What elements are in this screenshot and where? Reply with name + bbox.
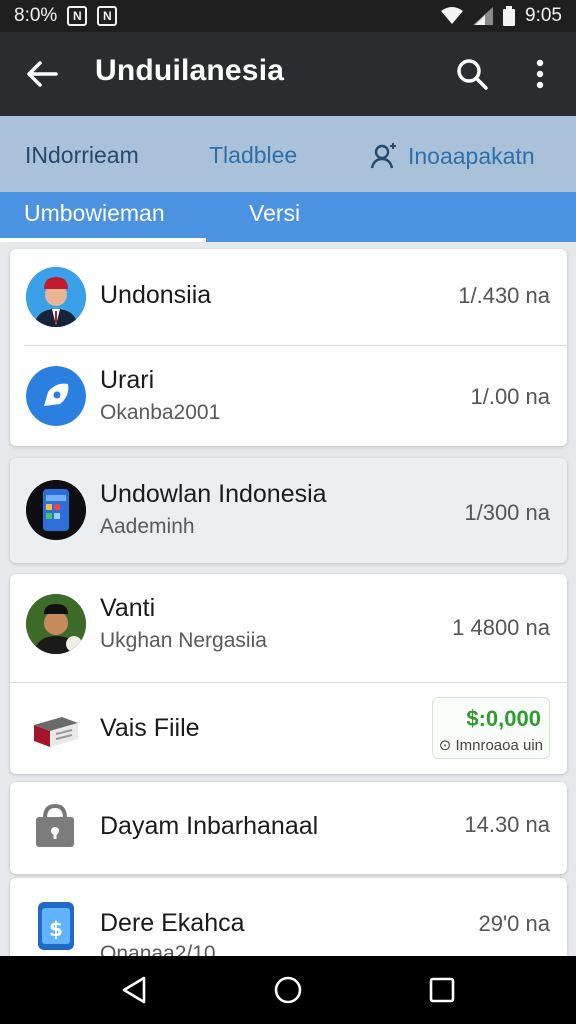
list-item[interactable]: Vanti Ukghan Nergasiia 1 4800 na — [10, 574, 567, 682]
item-amount: 1/.00 na — [470, 384, 550, 409]
tab-versi[interactable]: Versi — [249, 200, 300, 227]
item-name: Vais Fiile — [100, 714, 200, 742]
item-price-note: ⊙ Imnroaoa uin — [438, 737, 543, 754]
package-icon — [26, 699, 86, 759]
list-card: Vanti Ukghan Nergasiia 1 4800 na Vais Fi… — [10, 574, 567, 774]
tab-label: Versi — [249, 200, 301, 226]
item-amount: 1/.430 na — [458, 283, 550, 308]
person-avatar-icon — [26, 594, 86, 654]
item-name: Undowlan Indonesia — [100, 480, 327, 508]
list-item[interactable]: Dayam Inbarhanaal 14.30 na — [10, 782, 567, 874]
list-item[interactable]: Undonsiia 1/.430 na — [10, 249, 567, 345]
wallet-app-icon: $ — [26, 896, 86, 956]
item-name: Dere Ekahca — [100, 909, 245, 937]
person-icon — [370, 143, 396, 169]
search-icon[interactable] — [452, 54, 492, 94]
home-nav-icon[interactable] — [272, 974, 304, 1006]
item-price: $:0,000 — [466, 706, 541, 731]
more-vert-icon[interactable] — [522, 54, 558, 94]
list-item[interactable]: Urari Okanba2001 1/.00 na — [10, 346, 567, 446]
subnav-item-1[interactable]: INdorrieam — [25, 142, 139, 169]
list-item[interactable]: Undowlan Indonesia Aademinh 1/300 na — [10, 458, 567, 563]
item-amount: 1/300 na — [464, 500, 550, 525]
svg-text:$: $ — [49, 917, 63, 941]
item-amount: 1 4800 na — [452, 615, 550, 640]
sub-navigation: INdorrieam Tladblee Inoaapakatn — [0, 116, 576, 192]
notification-icon: N — [67, 6, 88, 26]
list-card: Dayam Inbarhanaal 14.30 na — [10, 782, 567, 874]
item-subtitle: Okanba2001 — [100, 401, 221, 424]
status-bar: 8:0% N N 9:05 — [0, 0, 576, 32]
back-nav-icon[interactable] — [118, 974, 150, 1006]
item-amount: 14.30 na — [464, 812, 550, 837]
subnav-item-2[interactable]: Tladblee — [209, 142, 297, 169]
app-bar: Unduilanesia — [0, 32, 576, 116]
back-arrow-icon[interactable] — [22, 54, 62, 94]
person-avatar-icon — [26, 267, 86, 327]
notification-icon: N — [97, 6, 118, 26]
item-name: Dayam Inbarhanaal — [100, 812, 319, 840]
phone-app-icon — [26, 480, 86, 540]
recents-nav-icon[interactable] — [426, 974, 458, 1006]
subnav-label: Inoaapakatn — [408, 142, 535, 169]
subnav-item-3[interactable]: Inoaapakatn — [370, 142, 535, 170]
status-time-left: 8:0% — [14, 5, 58, 26]
item-name: Undonsiia — [100, 281, 212, 309]
item-subtitle: Ukghan Nergasiia — [100, 629, 267, 652]
status-time-right: 9:05 — [525, 5, 562, 26]
list-card: Undowlan Indonesia Aademinh 1/300 na — [10, 458, 567, 563]
item-name: Urari — [100, 366, 155, 394]
list-item[interactable]: Vais Fiile $:0,000 ⊙ Imnroaoa uin — [10, 683, 567, 774]
tab-label: Umbowieman — [24, 200, 165, 226]
battery-icon — [503, 6, 516, 26]
subnav-label: Tladblee — [209, 142, 298, 168]
tab-bar: Umbowieman Versi — [0, 192, 576, 242]
price-box[interactable]: $:0,000 ⊙ Imnroaoa uin — [432, 697, 550, 759]
item-amount: 29'0 na — [478, 911, 551, 936]
list-card: Undonsiia 1/.430 na Urari Okanba2001 1/.… — [10, 249, 567, 446]
item-subtitle: Aademinh — [100, 515, 195, 538]
tab-umbowieman[interactable]: Umbowieman — [24, 200, 165, 227]
system-nav-bar — [0, 956, 576, 1024]
item-name: Vanti — [100, 594, 156, 622]
tab-indicator — [0, 238, 206, 242]
lock-bag-icon — [26, 798, 86, 858]
signal-icon — [473, 7, 494, 25]
send-app-icon — [26, 366, 86, 426]
page-title: Unduilanesia — [95, 54, 285, 87]
subnav-label: INdorrieam — [25, 142, 139, 168]
wifi-icon — [441, 7, 464, 24]
